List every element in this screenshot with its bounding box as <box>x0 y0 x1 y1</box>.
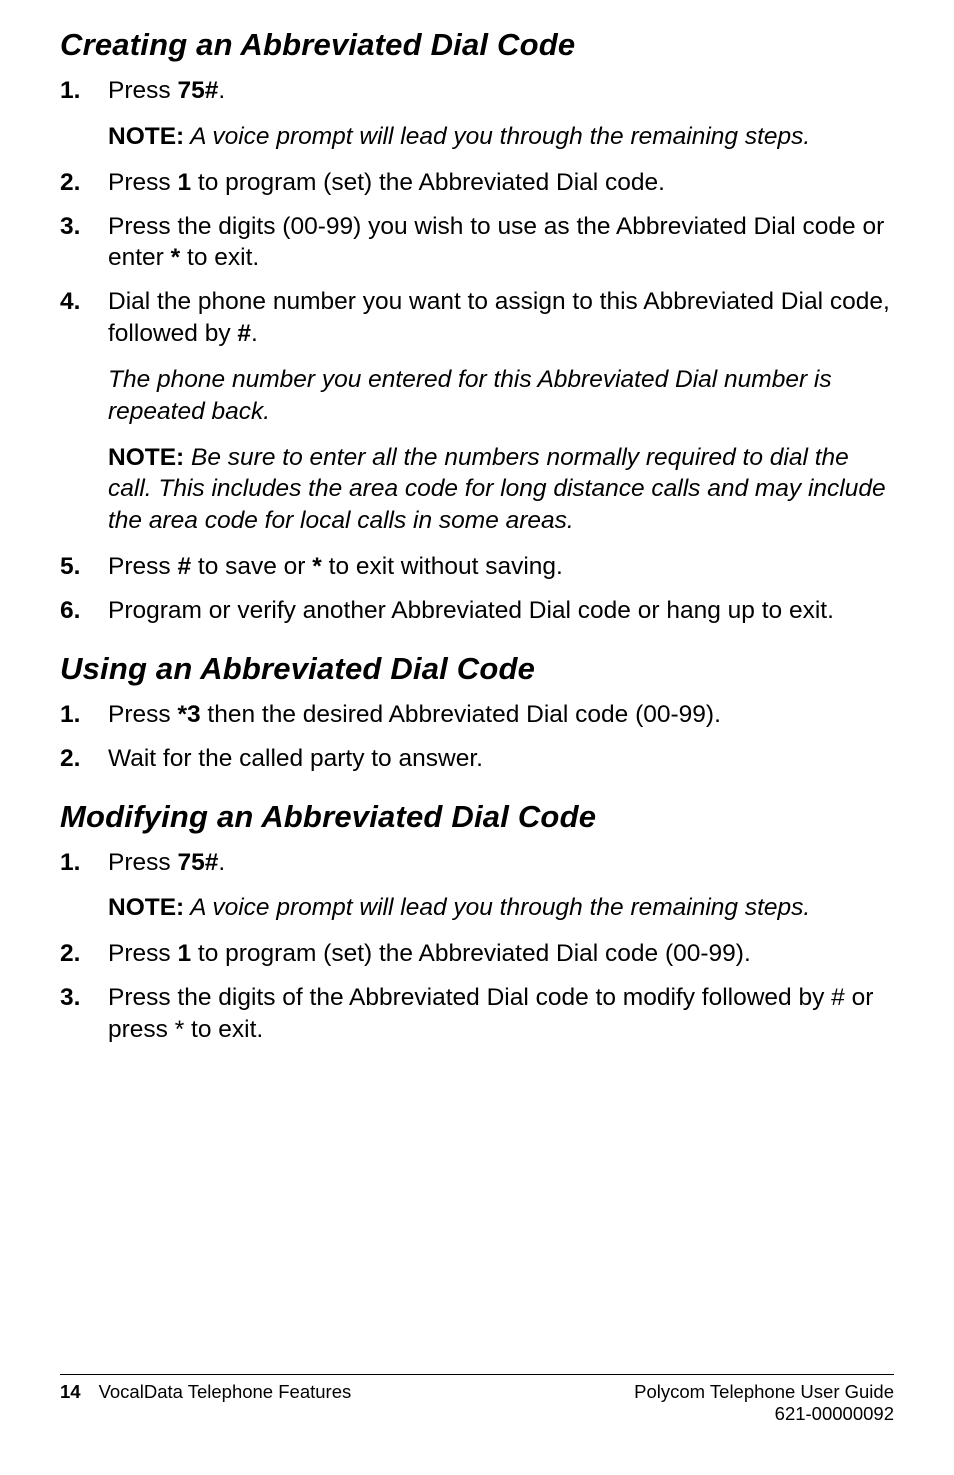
page: Creating an Abbreviated Dial Code 1. Pre… <box>0 0 954 1475</box>
item-marker: 6. <box>60 595 108 627</box>
item-body: Press the digits (00-99) you wish to use… <box>108 211 894 275</box>
footer-right-line2: 621-00000092 <box>634 1403 894 1425</box>
sub-paragraph: The phone number you entered for this Ab… <box>108 364 894 428</box>
item-body: Press # to save or * to exit without sav… <box>108 551 894 583</box>
item-marker: 5. <box>60 551 108 583</box>
item-text: Press <box>108 849 177 876</box>
item-body: Press 75#. NOTE: A voice prompt will lea… <box>108 847 894 927</box>
item-text: then the desired Abbreviated Dial code (… <box>201 701 721 728</box>
item-text: Press <box>108 77 177 104</box>
item-text: . <box>218 77 225 104</box>
footer-right: Polycom Telephone User Guide 621-0000009… <box>634 1381 894 1425</box>
footer-left-text: VocalData Telephone Features <box>99 1381 352 1425</box>
item-code: # <box>177 553 191 580</box>
list-item: 6. Program or verify another Abbreviated… <box>60 595 894 627</box>
note-label: NOTE: <box>108 444 184 471</box>
item-body: Press the digits of the Abbreviated Dial… <box>108 982 894 1046</box>
note: NOTE: Be sure to enter all the numbers n… <box>108 442 894 538</box>
item-text: to program (set) the Abbreviated Dial co… <box>191 940 751 967</box>
item-marker: 3. <box>60 982 108 1046</box>
item-marker: 1. <box>60 75 108 155</box>
list-item: 2. Press 1 to program (set) the Abbrevia… <box>60 938 894 970</box>
item-text: Wait for the called party to answer. <box>108 745 483 772</box>
item-text: to exit without saving. <box>322 553 563 580</box>
item-marker: 3. <box>60 211 108 275</box>
item-text: Press <box>108 553 177 580</box>
list-item: 4. Dial the phone number you want to ass… <box>60 286 894 539</box>
item-text: to exit. <box>180 244 259 271</box>
item-text: Dial the phone number you want to assign… <box>108 288 890 347</box>
item-marker: 1. <box>60 847 108 927</box>
item-code: 1 <box>177 169 191 196</box>
item-code: 1 <box>177 940 191 967</box>
heading-modifying: Modifying an Abbreviated Dial Code <box>60 799 894 835</box>
item-text: Press <box>108 701 177 728</box>
item-code: * <box>171 244 181 271</box>
note-text: Be sure to enter all the numbers normall… <box>108 444 886 535</box>
list-item: 1. Press 75#. NOTE: A voice prompt will … <box>60 847 894 927</box>
note-label: NOTE: <box>108 894 184 921</box>
note-text: A voice prompt will lead you through the… <box>184 123 810 150</box>
item-text: Press the digits of the Abbreviated Dial… <box>108 984 873 1043</box>
item-marker: 1. <box>60 699 108 731</box>
item-body: Press 1 to program (set) the Abbreviated… <box>108 167 894 199</box>
list-item: 3. Press the digits (00-99) you wish to … <box>60 211 894 275</box>
item-code: * <box>312 553 322 580</box>
list-item: 1. Press 75#. NOTE: A voice prompt will … <box>60 75 894 155</box>
footer-right-line1: Polycom Telephone User Guide <box>634 1381 894 1403</box>
list-item: 2. Wait for the called party to answer. <box>60 743 894 775</box>
footer-rule <box>60 1374 894 1375</box>
note-label: NOTE: <box>108 123 184 150</box>
page-number: 14 <box>60 1381 81 1425</box>
item-text: Program or verify another Abbreviated Di… <box>108 597 834 624</box>
heading-creating: Creating an Abbreviated Dial Code <box>60 27 894 63</box>
list-creating: 1. Press 75#. NOTE: A voice prompt will … <box>60 75 894 627</box>
content-area: Creating an Abbreviated Dial Code 1. Pre… <box>60 15 894 1354</box>
item-code: # <box>237 320 251 347</box>
list-item: 3. Press the digits of the Abbreviated D… <box>60 982 894 1046</box>
item-body: Wait for the called party to answer. <box>108 743 894 775</box>
item-marker: 4. <box>60 286 108 539</box>
note: NOTE: A voice prompt will lead you throu… <box>108 121 894 153</box>
item-text: Press <box>108 169 177 196</box>
list-item: 2. Press 1 to program (set) the Abbrevia… <box>60 167 894 199</box>
item-body: Press 1 to program (set) the Abbreviated… <box>108 938 894 970</box>
item-code: 75# <box>177 77 218 104</box>
heading-using: Using an Abbreviated Dial Code <box>60 651 894 687</box>
list-item: 1. Press *3 then the desired Abbreviated… <box>60 699 894 731</box>
note: NOTE: A voice prompt will lead you throu… <box>108 892 894 924</box>
footer-left: 14 VocalData Telephone Features <box>60 1381 351 1425</box>
item-code: 75# <box>177 849 218 876</box>
list-item: 5. Press # to save or * to exit without … <box>60 551 894 583</box>
item-text: Press <box>108 940 177 967</box>
item-body: Program or verify another Abbreviated Di… <box>108 595 894 627</box>
item-marker: 2. <box>60 938 108 970</box>
item-text: . <box>218 849 225 876</box>
item-body: Press *3 then the desired Abbreviated Di… <box>108 699 894 731</box>
item-body: Dial the phone number you want to assign… <box>108 286 894 539</box>
item-text: to save or <box>191 553 312 580</box>
item-marker: 2. <box>60 167 108 199</box>
list-using: 1. Press *3 then the desired Abbreviated… <box>60 699 894 775</box>
item-marker: 2. <box>60 743 108 775</box>
note-text: A voice prompt will lead you through the… <box>184 894 810 921</box>
item-text: to program (set) the Abbreviated Dial co… <box>191 169 665 196</box>
page-footer: 14 VocalData Telephone Features Polycom … <box>60 1381 894 1425</box>
item-code: *3 <box>177 701 200 728</box>
list-modifying: 1. Press 75#. NOTE: A voice prompt will … <box>60 847 894 1046</box>
item-text: . <box>251 320 258 347</box>
item-body: Press 75#. NOTE: A voice prompt will lea… <box>108 75 894 155</box>
